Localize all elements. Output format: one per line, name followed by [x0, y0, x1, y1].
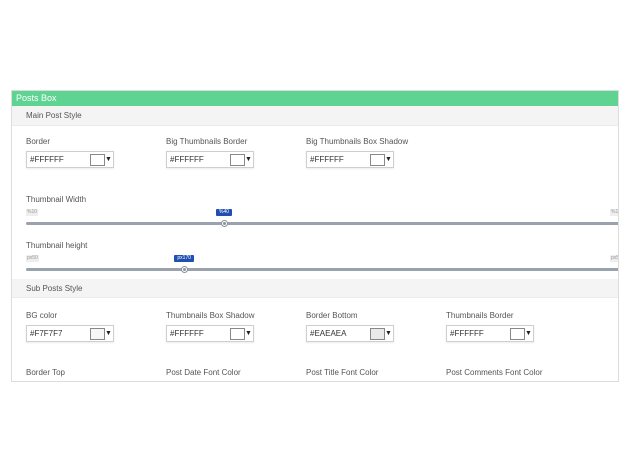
thumbnail-height-handle[interactable] — [181, 266, 189, 273]
caret-down-icon[interactable]: ▼ — [525, 326, 532, 341]
border-color-picker[interactable]: #FFFFFF ▼ — [26, 151, 114, 168]
thumbnail-height-value-bubble: px170 — [174, 255, 195, 262]
big-thumbnails-border-label: Big Thumbnails Border — [166, 137, 248, 146]
thumbnails-box-shadow-picker[interactable]: #FFFFFF ▼ — [166, 325, 254, 342]
slider-min-label: px50 — [26, 255, 39, 262]
slider-min-label: %10 — [26, 209, 39, 216]
thumbnail-width-handle[interactable] — [221, 220, 228, 227]
big-thumbnails-border-value[interactable]: #FFFFFF — [170, 152, 204, 167]
color-swatch[interactable] — [370, 154, 385, 166]
thumbnails-box-shadow-value[interactable]: #FFFFFF — [170, 326, 204, 341]
caret-down-icon[interactable]: ▼ — [385, 326, 392, 341]
color-swatch[interactable] — [230, 154, 245, 166]
caret-down-icon[interactable]: ▼ — [385, 152, 392, 167]
big-thumbnails-box-shadow-picker[interactable]: #FFFFFF ▼ — [306, 151, 394, 168]
post-comments-font-color-label: Post Comments Font Color — [446, 368, 543, 377]
caret-down-icon[interactable]: ▼ — [105, 152, 112, 167]
thumbnail-height-track[interactable] — [26, 268, 618, 271]
border-label: Border — [26, 137, 51, 146]
slider-max-label: %1 — [610, 209, 619, 216]
main-post-style-header: Main Post Style — [12, 106, 618, 126]
big-thumbnails-box-shadow-label: Big Thumbnails Box Shadow — [306, 137, 409, 146]
color-swatch[interactable] — [90, 154, 105, 166]
thumbnail-width-label: Thumbnail Width — [26, 195, 87, 204]
thumbnails-border-value[interactable]: #FFFFFF — [450, 326, 484, 341]
bg-color-picker[interactable]: #F7F7F7 ▼ — [26, 325, 114, 342]
slider-max-label: px5 — [610, 255, 619, 262]
border-value[interactable]: #FFFFFF — [30, 152, 64, 167]
thumbnail-width-track[interactable] — [26, 222, 618, 225]
thumbnails-box-shadow-label: Thumbnails Box Shadow — [166, 311, 255, 320]
border-bottom-picker[interactable]: #EAEAEA ▼ — [306, 325, 394, 342]
border-bottom-value[interactable]: #EAEAEA — [310, 326, 346, 341]
thumbnails-border-picker[interactable]: #FFFFFF ▼ — [446, 325, 534, 342]
color-swatch[interactable] — [230, 328, 245, 340]
big-thumbnails-border-picker[interactable]: #FFFFFF ▼ — [166, 151, 254, 168]
color-swatch[interactable] — [370, 328, 385, 340]
big-thumbnails-box-shadow-value[interactable]: #FFFFFF — [310, 152, 344, 167]
caret-down-icon[interactable]: ▼ — [245, 152, 252, 167]
border-bottom-label: Border Bottom — [306, 311, 358, 320]
posts-box-panel: Posts Box Main Post Style Border #FFFFFF… — [11, 90, 619, 382]
sub-posts-style-header: Sub Posts Style — [12, 279, 618, 298]
post-title-font-color-label: Post Title Font Color — [306, 368, 379, 377]
color-swatch[interactable] — [510, 328, 525, 340]
thumbnails-border-label: Thumbnails Border — [446, 311, 514, 320]
bg-color-label: BG color — [26, 311, 58, 320]
caret-down-icon[interactable]: ▼ — [245, 326, 252, 341]
color-swatch[interactable] — [90, 328, 105, 340]
thumbnail-height-label: Thumbnail height — [26, 241, 88, 250]
panel-header: Posts Box — [12, 91, 618, 106]
caret-down-icon[interactable]: ▼ — [105, 326, 112, 341]
thumbnail-width-value-bubble: %40 — [216, 209, 233, 216]
bg-color-value[interactable]: #F7F7F7 — [30, 326, 62, 341]
post-date-font-color-label: Post Date Font Color — [166, 368, 241, 377]
border-top-label: Border Top — [26, 368, 65, 377]
